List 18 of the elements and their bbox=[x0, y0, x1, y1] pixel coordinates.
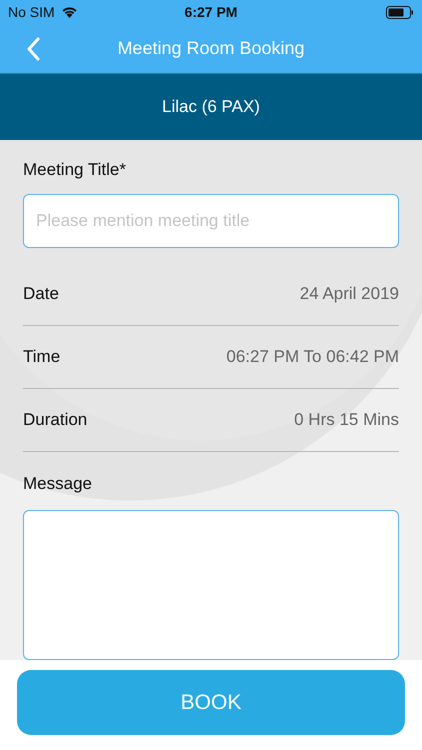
back-icon bbox=[26, 37, 40, 61]
message-field[interactable] bbox=[23, 510, 399, 660]
wifi-icon bbox=[60, 6, 78, 18]
battery-icon bbox=[386, 6, 414, 18]
detail-label: Date bbox=[23, 284, 59, 304]
meeting-title-field[interactable]: Please mention meeting title bbox=[23, 194, 399, 248]
book-button[interactable]: BOOK bbox=[17, 670, 405, 735]
detail-label: Time bbox=[23, 347, 60, 368]
room-name: Lilac (6 PAX) bbox=[162, 97, 260, 117]
detail-label: Duration bbox=[23, 410, 88, 430]
field-label: Message bbox=[23, 474, 93, 494]
detail-value: 24 April 2019 bbox=[300, 284, 399, 304]
detail-value: 06:27 PM To 06:42 PM bbox=[226, 347, 399, 368]
carrier-text: No SIM bbox=[8, 4, 55, 20]
field-label: Meeting Title* bbox=[23, 160, 127, 180]
detail-value: 0 Hrs 15 Mins bbox=[294, 410, 399, 430]
clock-text: 6:27 PM bbox=[184, 4, 238, 20]
screen-title: Meeting Room Booking bbox=[117, 38, 305, 59]
